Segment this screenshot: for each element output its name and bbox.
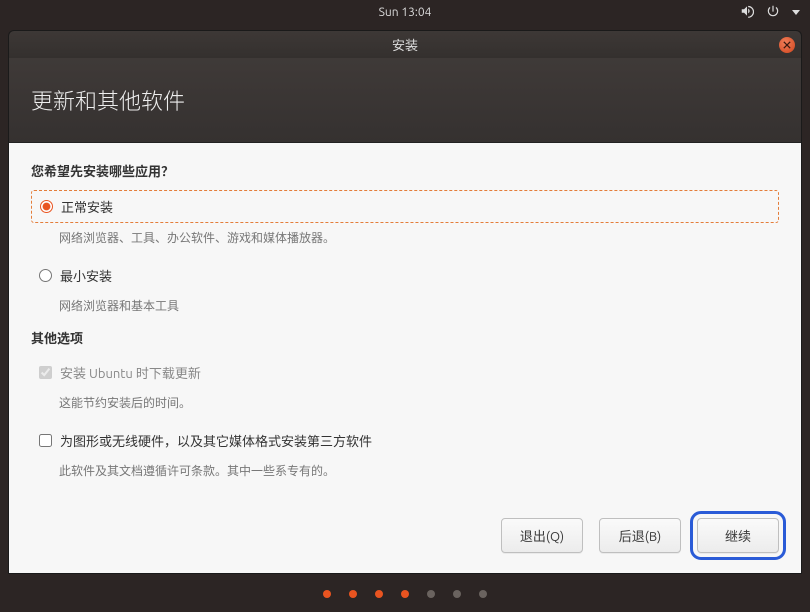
checkbox-download-updates-label: 安装 Ubuntu 时下载更新 [60, 363, 201, 382]
page-title: 更新和其他软件 [31, 89, 185, 114]
progress-dot [453, 590, 461, 598]
checkbox-third-party-input[interactable] [39, 434, 52, 447]
section-other-title: 其他选项 [31, 328, 779, 347]
checkbox-download-updates-input [39, 366, 52, 379]
section-apps-title: 您希望先安装哪些应用？ [31, 161, 779, 180]
radio-minimal-install-desc: 网络浏览器和基本工具 [59, 297, 779, 314]
radio-minimal-install[interactable]: 最小安装 [31, 260, 779, 291]
checkbox-third-party-desc: 此软件及其文档遵循许可条款。其中一些系专有的。 [59, 462, 779, 479]
radio-normal-install-input[interactable] [40, 200, 53, 213]
button-bar: 退出(Q) 后退(B) 继续 [501, 518, 779, 553]
radio-minimal-install-label: 最小安装 [60, 266, 112, 285]
window-titlebar: 安装 [8, 30, 802, 58]
radio-normal-install-desc: 网络浏览器、工具、办公软件、游戏和媒体播放器。 [59, 229, 779, 246]
clock: Sun 13:04 [379, 6, 432, 19]
page-header: 更新和其他软件 [9, 58, 801, 143]
close-icon [783, 41, 791, 49]
back-button[interactable]: 后退(B) [599, 518, 681, 553]
window-title: 安装 [392, 35, 418, 54]
progress-dot [323, 590, 331, 598]
quit-button[interactable]: 退出(Q) [501, 518, 583, 553]
system-tray [740, 4, 800, 21]
chevron-down-icon[interactable] [792, 10, 800, 15]
radio-normal-install-label: 正常安装 [61, 197, 113, 216]
continue-button[interactable]: 继续 [697, 518, 779, 553]
progress-dot [427, 590, 435, 598]
checkbox-download-updates: 安装 Ubuntu 时下载更新 [31, 357, 779, 388]
progress-dot [479, 590, 487, 598]
progress-dot [349, 590, 357, 598]
volume-icon[interactable] [740, 4, 754, 21]
installer-window: 更新和其他软件 您希望先安装哪些应用？ 正常安装 网络浏览器、工具、办公软件、游… [8, 58, 802, 574]
close-button[interactable] [779, 37, 795, 53]
progress-dots [0, 590, 810, 598]
progress-dot [401, 590, 409, 598]
checkbox-third-party[interactable]: 为图形或无线硬件，以及其它媒体格式安装第三方软件 [31, 425, 779, 456]
top-menubar: Sun 13:04 [0, 0, 810, 24]
radio-minimal-install-input[interactable] [39, 269, 52, 282]
checkbox-download-updates-desc: 这能节约安装后的时间。 [59, 394, 779, 411]
power-icon[interactable] [766, 4, 780, 21]
content-area: 您希望先安装哪些应用？ 正常安装 网络浏览器、工具、办公软件、游戏和媒体播放器。… [9, 143, 801, 507]
checkbox-third-party-label: 为图形或无线硬件，以及其它媒体格式安装第三方软件 [60, 431, 372, 450]
progress-dot [375, 590, 383, 598]
radio-normal-install[interactable]: 正常安装 [31, 190, 779, 223]
